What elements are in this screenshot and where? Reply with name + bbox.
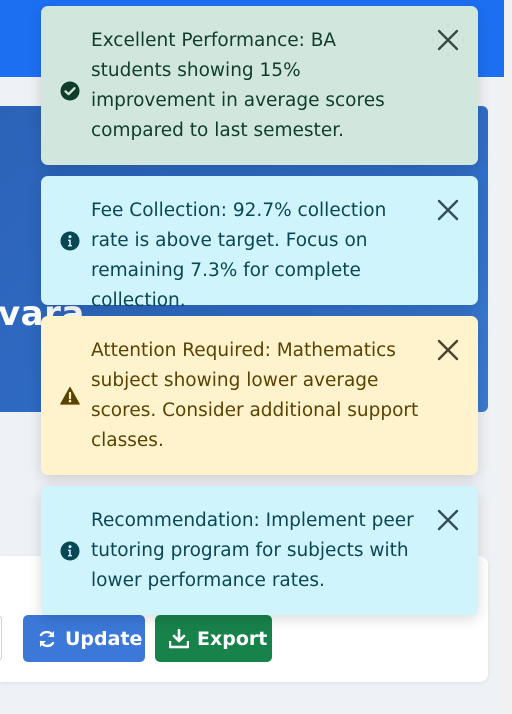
refresh-icon: [39, 630, 55, 647]
toast-message: Excellent Performance: BA students showi…: [91, 30, 385, 141]
update-button[interactable]: Update: [23, 615, 145, 662]
toast-info: Fee Collection: 92.7% collection rate is…: [41, 176, 478, 311]
toast-message: Fee Collection: 92.7% collection rate is…: [91, 200, 387, 311]
update-button-label: Update: [65, 627, 143, 650]
warning-triangle-icon: [60, 386, 80, 405]
close-icon[interactable]: [436, 508, 460, 532]
toast-warning: Attention Required: Mathematics subject …: [41, 316, 478, 475]
check-circle-icon: [60, 81, 80, 101]
download-icon: [169, 628, 189, 648]
toast-info: Recommendation: Implement peer tutoring …: [41, 486, 478, 615]
toast-message: Recommendation: Implement peer tutoring …: [91, 510, 414, 591]
info-circle-icon: [60, 231, 80, 251]
close-icon[interactable]: [436, 338, 460, 362]
export-button-label: Export: [197, 627, 268, 650]
export-button[interactable]: Export: [155, 615, 272, 662]
toast-message: Attention Required: Mathematics subject …: [91, 340, 419, 451]
info-circle-icon: [60, 541, 80, 561]
close-icon[interactable]: [436, 198, 460, 222]
scrollbar[interactable]: [504, 0, 512, 714]
filter-select[interactable]: [0, 615, 2, 661]
close-icon[interactable]: [436, 28, 460, 52]
toast-success: Excellent Performance: BA students showi…: [41, 6, 478, 165]
